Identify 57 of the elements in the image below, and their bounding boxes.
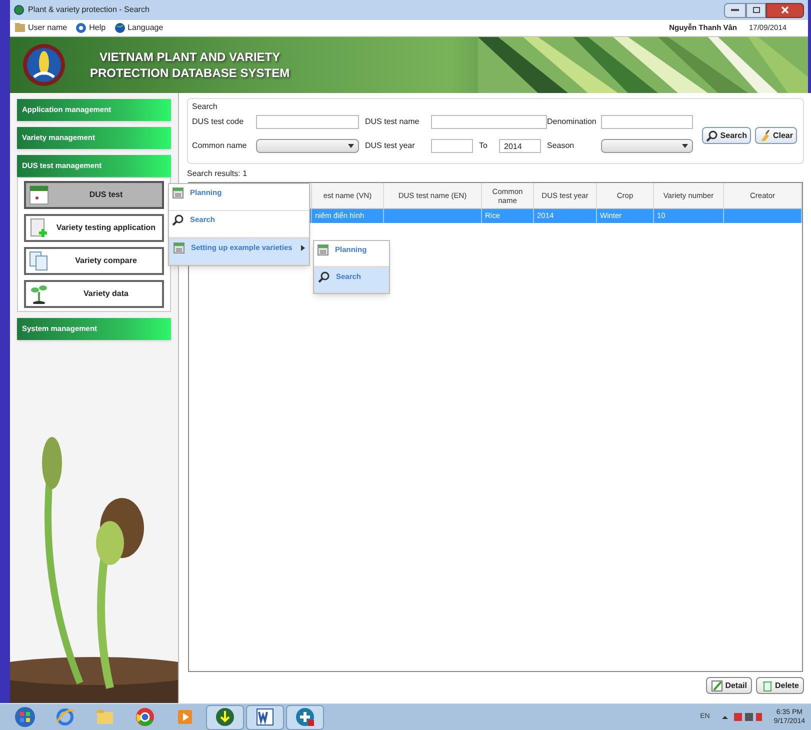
banner-title: VIETNAM PLANT AND VARIETY	[99, 49, 280, 65]
maximize-button[interactable]	[746, 2, 766, 18]
app-icon	[14, 5, 24, 15]
nav-item-button[interactable]: Variety testing application	[24, 214, 164, 242]
tray-icons[interactable]	[722, 712, 762, 722]
close-icon	[781, 6, 789, 14]
search-icon	[318, 271, 330, 283]
field-label: To	[479, 140, 488, 152]
minimize-button[interactable]	[724, 2, 746, 18]
input-field[interactable]	[601, 115, 693, 129]
nav-item-button[interactable]: DUS test	[24, 181, 164, 209]
nav-item-button[interactable]: Variety data	[24, 280, 164, 308]
detail-button[interactable]: Detail	[706, 677, 752, 694]
calendar-icon	[29, 185, 49, 205]
banner-subtitle: PROTECTION DATABASE SYSTEM	[90, 65, 290, 81]
pencil-icon	[711, 680, 724, 692]
menu-item[interactable]: Help	[75, 22, 106, 34]
field-label: Common name	[192, 140, 248, 152]
input-field[interactable]	[431, 139, 473, 153]
field-label: DUS test year	[365, 140, 416, 152]
menu-item[interactable]: Language	[114, 22, 164, 34]
sprout-icon	[29, 284, 49, 304]
folder-icon	[14, 22, 26, 34]
field-label: DUS test name	[365, 116, 420, 128]
document-plus-icon	[29, 218, 49, 238]
document-icon[interactable]	[246, 704, 284, 730]
field-label: Denomination	[547, 116, 598, 128]
trash-icon	[760, 680, 773, 692]
clear-button[interactable]: Clear	[754, 127, 797, 144]
globe-icon	[114, 22, 126, 34]
close-button[interactable]	[766, 2, 804, 18]
results-title: Search results: 1	[187, 168, 248, 180]
list-icon	[172, 187, 184, 199]
nav-item-button[interactable]: Variety compare	[24, 247, 164, 275]
broom-icon	[758, 130, 771, 142]
group-title: Search	[192, 101, 218, 113]
delete-button[interactable]: Delete	[756, 677, 804, 694]
documents-icon	[29, 251, 49, 271]
window-title: Plant & variety protection - Search	[28, 4, 150, 16]
search-button[interactable]: Search	[702, 127, 751, 144]
dropdown[interactable]	[256, 139, 359, 153]
input-field[interactable]	[431, 115, 547, 129]
menu-item[interactable]: User name	[14, 22, 68, 34]
dropdown[interactable]	[601, 139, 693, 153]
plus-icon[interactable]	[286, 704, 324, 730]
input-field[interactable]: 2014	[499, 139, 541, 153]
list-icon	[317, 244, 329, 256]
input-field[interactable]	[256, 115, 359, 129]
search-icon	[172, 214, 184, 226]
list-icon	[173, 242, 185, 254]
dropdown-arrow-icon	[348, 144, 354, 148]
download-icon[interactable]	[206, 704, 244, 730]
search-icon	[706, 130, 718, 142]
logo-icon	[22, 43, 66, 87]
field-label: DUS test code	[192, 116, 245, 128]
field-label: Season	[547, 140, 576, 152]
dropdown-arrow-icon	[682, 144, 688, 148]
